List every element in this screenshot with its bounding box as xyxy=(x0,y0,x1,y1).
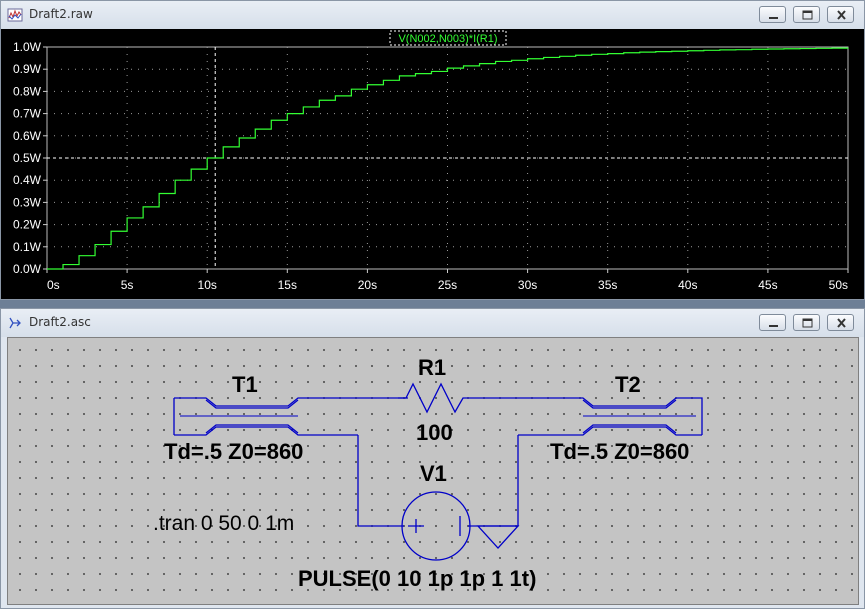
y-tick-label: 1.0W xyxy=(13,40,42,54)
schematic-drawing[interactable]: T1 R1 T2 100 Td=.5 Z0=860 Td=.5 Z0=860 V… xyxy=(8,338,858,604)
restore-button[interactable] xyxy=(793,314,820,331)
y-tick-label: 0.8W xyxy=(13,84,42,98)
ground-symbol[interactable] xyxy=(476,525,520,549)
minimize-button[interactable] xyxy=(759,314,786,331)
schematic-window-title: Draft2.asc xyxy=(29,315,91,329)
x-tick-label: 25s xyxy=(438,278,457,292)
close-icon xyxy=(837,318,846,328)
schematic-titlebar[interactable]: Draft2.asc xyxy=(1,309,864,337)
t2-name-label: T2 xyxy=(615,372,641,397)
x-tick-label: 50s xyxy=(829,278,848,292)
window-divider xyxy=(0,300,865,308)
plot-titlebar[interactable]: Draft2.raw xyxy=(1,1,864,29)
minimize-button[interactable] xyxy=(759,6,786,23)
transmission-line-t2[interactable] xyxy=(471,397,703,436)
plot-window-title: Draft2.raw xyxy=(29,7,93,21)
y-tick-label: 0.3W xyxy=(13,195,42,209)
x-tick-label: 40s xyxy=(678,278,697,292)
schematic-window: Draft2.asc T1 R1 T2 100 Td=.5 Z0=860 Td=… xyxy=(0,308,865,609)
v1-name-label: V1 xyxy=(420,461,447,486)
trace-label[interactable]: V(N002,N003)*I(R1) xyxy=(398,33,497,45)
schematic-canvas[interactable]: T1 R1 T2 100 Td=.5 Z0=860 Td=.5 Z0=860 V… xyxy=(7,337,859,605)
x-tick-label: 5s xyxy=(121,278,134,292)
y-tick-label: 0.6W xyxy=(13,129,42,143)
y-tick-label: 0.4W xyxy=(13,173,42,187)
t2-params-label: Td=.5 Z0=860 xyxy=(550,439,689,464)
r1-value-label: 100 xyxy=(416,420,453,445)
schematic-app-icon xyxy=(9,317,21,329)
tran-directive[interactable]: .tran 0 50 0 1m xyxy=(153,512,294,535)
plot-window: Draft2.raw 0s 5s 10s 15s 20s 25s 30s 35s 40s 45s 5… xyxy=(0,0,865,300)
t1-params-label: Td=.5 Z0=860 xyxy=(164,439,303,464)
x-tick-label: 15s xyxy=(278,278,297,292)
waveform-app-icon xyxy=(7,8,23,22)
restore-icon xyxy=(802,10,813,20)
waveform-plot-area[interactable]: 0s 5s 10s 15s 20s 25s 30s 35s 40s 45s 50s 0.0W 0.1W 0… xyxy=(1,29,864,299)
x-tick-label: 30s xyxy=(518,278,537,292)
v1-value-label: PULSE(0 10 1p 1p 1 1t) xyxy=(298,566,536,591)
minimize-icon xyxy=(769,17,778,19)
x-tick-label: 10s xyxy=(198,278,217,292)
wire[interactable] xyxy=(468,435,519,527)
voltage-source-v1[interactable] xyxy=(401,491,471,561)
y-tick-label: 0.1W xyxy=(13,240,42,254)
y-tick-label: 0.2W xyxy=(13,218,42,232)
resistor-r1[interactable] xyxy=(398,382,471,414)
close-button[interactable] xyxy=(827,314,854,331)
y-tick-label: 0.5W xyxy=(13,151,42,165)
x-tick-label: 45s xyxy=(758,278,777,292)
x-tick-label: 20s xyxy=(358,278,377,292)
close-icon xyxy=(837,10,846,20)
t1-name-label: T1 xyxy=(232,372,258,397)
waveform-chart[interactable]: 0s 5s 10s 15s 20s 25s 30s 35s 40s 45s 50s 0.0W 0.1W 0… xyxy=(1,29,864,299)
restore-icon xyxy=(802,318,813,328)
restore-button[interactable] xyxy=(793,6,820,23)
y-tick-label: 0.7W xyxy=(13,107,42,121)
r1-name-label: R1 xyxy=(418,355,446,380)
close-button[interactable] xyxy=(827,6,854,23)
y-tick-label: 0.0W xyxy=(13,262,42,276)
y-tick-label: 0.9W xyxy=(13,62,42,76)
transmission-line-t1[interactable] xyxy=(173,397,408,436)
x-tick-label: 0s xyxy=(47,278,60,292)
wire[interactable] xyxy=(357,435,404,527)
minimize-icon xyxy=(769,325,778,327)
x-tick-label: 35s xyxy=(598,278,617,292)
